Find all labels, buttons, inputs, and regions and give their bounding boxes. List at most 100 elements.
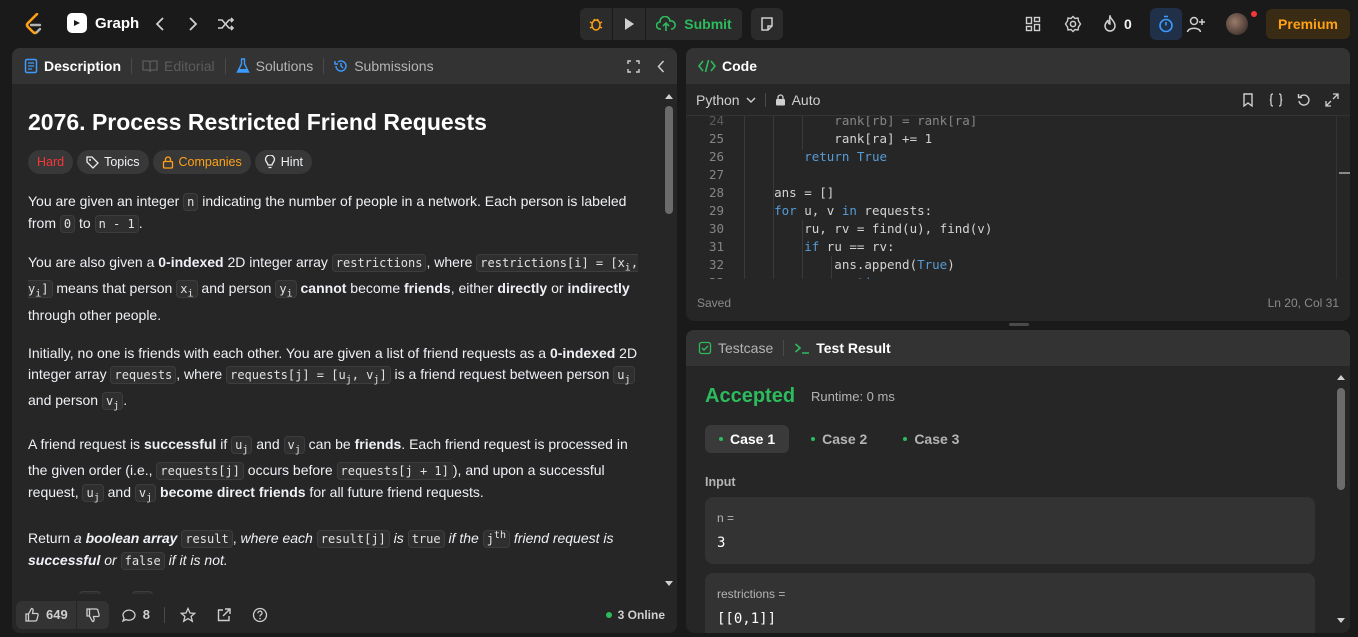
case-tab-2[interactable]: Case 2: [797, 425, 881, 453]
description-tabs: Description Editorial Solutions Submissi…: [12, 48, 677, 84]
timer-button[interactable]: [1150, 8, 1182, 40]
line-number: 26: [708, 149, 724, 164]
line-text: rank[rb] = rank[ra]: [744, 116, 978, 128]
input-block-n: n = 3: [705, 497, 1315, 564]
shuffle-icon[interactable]: [216, 14, 236, 34]
code-line: 27: [686, 166, 1336, 184]
tab-divider: [783, 340, 785, 356]
case-tab-label: Case 2: [822, 431, 868, 447]
tab-testcase[interactable]: Testcase: [698, 340, 773, 356]
line-text: for u, v in requests:: [774, 203, 933, 218]
input-label: Input: [705, 475, 736, 489]
settings-gear-icon[interactable]: [1063, 14, 1083, 34]
tab-test-result-label: Test Result: [816, 340, 891, 356]
editor-scrollbar[interactable]: [1336, 116, 1350, 279]
comments-button[interactable]: 8: [121, 607, 150, 623]
reset-icon[interactable]: [1296, 92, 1312, 108]
code-line: 32 ans.append(True): [686, 256, 1336, 274]
companies-button[interactable]: Companies: [152, 150, 251, 174]
description-scroll[interactable]: 2076. Process Restricted Friend Requests…: [12, 84, 664, 594]
chevron-left-icon[interactable]: [150, 14, 170, 34]
scrollbar-thumb[interactable]: [1337, 388, 1345, 490]
case-tab-label: Case 1: [730, 431, 776, 447]
hint-button[interactable]: Hint: [254, 150, 312, 174]
online-indicator: 3 Online: [605, 608, 665, 622]
tab-description[interactable]: Description: [24, 58, 121, 74]
comment-icon: [121, 609, 136, 622]
tab-editorial[interactable]: Editorial: [142, 58, 215, 74]
add-friend-icon[interactable]: [1185, 14, 1207, 34]
avatar[interactable]: [1226, 13, 1248, 35]
book-icon: [142, 60, 158, 73]
tab-submissions[interactable]: Submissions: [334, 58, 434, 74]
submit-button[interactable]: Submit: [646, 8, 742, 40]
note-icon: [761, 17, 773, 31]
like-count: 649: [46, 607, 68, 622]
input-name: restrictions =: [717, 587, 786, 601]
topics-button[interactable]: Topics: [77, 150, 149, 174]
collapse-chevron-icon[interactable]: [654, 59, 668, 73]
editor-actions: [1240, 92, 1340, 108]
auto-mode-toggle[interactable]: Auto: [775, 92, 820, 108]
tab-test-result[interactable]: Test Result: [794, 340, 891, 356]
debug-button[interactable]: [580, 8, 612, 40]
result-scrollbar[interactable]: [1336, 372, 1346, 630]
scroll-down-icon[interactable]: [1336, 617, 1346, 625]
editor-statusbar: Saved Ln 20, Col 31: [686, 293, 1350, 313]
streak-counter[interactable]: 0: [1102, 15, 1132, 33]
code-header-label: Code: [722, 58, 757, 74]
test-result-panel: Testcase Test Result Accepted Runtime: 0…: [686, 330, 1350, 633]
leetcode-logo-icon[interactable]: [24, 13, 44, 35]
layout-icon[interactable]: [1024, 15, 1042, 33]
like-button[interactable]: 649: [16, 600, 76, 629]
line-number: 33: [686, 274, 724, 279]
code-line: 31 if ru == rv:: [686, 238, 1336, 256]
language-select[interactable]: Python: [696, 92, 756, 108]
tab-testcase-label: Testcase: [718, 340, 774, 356]
help-icon[interactable]: [251, 606, 269, 624]
scroll-down-icon[interactable]: [664, 580, 674, 588]
format-braces-icon[interactable]: [1268, 92, 1284, 108]
code-line: 24 rank[rb] = rank[ra]: [686, 116, 1336, 130]
line-text: rank[ra] += 1: [744, 131, 933, 146]
flask-icon: [235, 58, 250, 73]
case-tab-3[interactable]: Case 3: [889, 425, 973, 453]
star-icon[interactable]: [179, 606, 197, 624]
description-panel: Description Editorial Solutions Submissi…: [12, 48, 677, 633]
scroll-up-icon[interactable]: [1336, 373, 1346, 381]
case-tab-label: Case 3: [914, 431, 960, 447]
tab-solutions[interactable]: Solutions: [235, 58, 313, 74]
chevron-right-icon[interactable]: [183, 14, 203, 34]
line-text: ans = []: [744, 185, 835, 200]
premium-button[interactable]: Premium: [1266, 9, 1350, 39]
chevron-down-icon: [746, 97, 756, 103]
run-button[interactable]: [613, 8, 645, 40]
notes-button[interactable]: [751, 8, 783, 40]
expand-icon[interactable]: [1324, 92, 1340, 108]
problem-statement: You are given an integer n indicating th…: [28, 191, 648, 594]
problem-list-button[interactable]: Graph: [67, 13, 139, 33]
code-line: 33 continue: [686, 274, 1336, 279]
dislike-button[interactable]: [76, 600, 109, 629]
description-scrollbar[interactable]: [664, 90, 674, 590]
bookmark-icon[interactable]: [1240, 92, 1256, 108]
code-editor[interactable]: 24 rank[rb] = rank[ra] 25 rank[ra] += 1 …: [686, 116, 1350, 279]
submit-label: Submit: [684, 16, 732, 32]
scrollbar-thumb[interactable]: [665, 106, 673, 214]
code-line: 25 rank[ra] += 1: [686, 130, 1336, 148]
cursor-position: Ln 20, Col 31: [1267, 296, 1339, 310]
code-lines: 24 rank[rb] = rank[ra] 25 rank[ra] += 1 …: [686, 116, 1336, 279]
case-tab-1[interactable]: Case 1: [705, 425, 790, 453]
line-text: ru, rv = find(u), find(v): [744, 221, 993, 236]
vertical-resize-handle[interactable]: [1009, 323, 1029, 326]
line-number: 24: [708, 116, 724, 128]
line-number: 30: [708, 221, 724, 236]
tab-editorial-label: Editorial: [164, 58, 215, 74]
tag-icon: [86, 155, 100, 169]
fullscreen-icon[interactable]: [626, 59, 640, 73]
comment-count: 8: [142, 607, 150, 622]
share-icon[interactable]: [215, 606, 233, 624]
scroll-up-icon[interactable]: [664, 92, 674, 100]
statement-paragraph: Note: If uj and vj are already direct fr…: [28, 589, 648, 594]
line-text: ans.append(True): [744, 257, 955, 272]
